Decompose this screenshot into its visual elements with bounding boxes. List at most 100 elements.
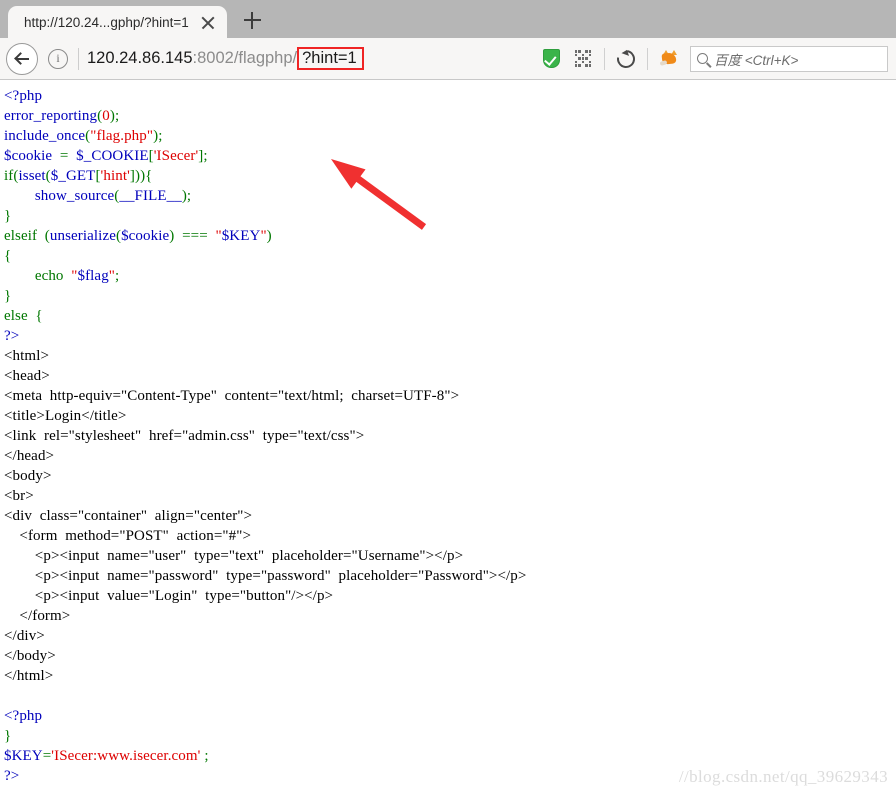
code-token: ); — [153, 128, 163, 144]
code-token: if — [4, 168, 14, 184]
code-line: $KEY='ISecer:www.isecer.com' ; — [4, 746, 526, 766]
page-content: <?php error_reporting(0); include_once("fl… — [0, 80, 896, 795]
code-line: ?> — [4, 766, 526, 786]
code-line: </html> — [4, 666, 526, 686]
qr-code-icon[interactable] — [570, 46, 596, 72]
watermark-text: //blog.csdn.net/qq_39629343 — [678, 767, 888, 786]
code-line: <html> — [4, 346, 526, 366]
toolbar-divider — [604, 47, 605, 70]
url-path: :8002/flagphp/ — [192, 49, 298, 67]
search-placeholder: 百度 <Ctrl+K> — [714, 52, 799, 68]
code-token: { — [27, 308, 43, 324]
code-token: ) — [266, 228, 272, 244]
browser-tab-active[interactable]: http://120.24...gphp/?hint=1 — [8, 6, 227, 38]
toolbar-right: 百度 <Ctrl+K> — [535, 38, 888, 79]
code-line: <p><input name="password" type="password… — [4, 566, 527, 586]
code-token: else — [4, 308, 28, 324]
new-tab-icon[interactable] — [237, 5, 267, 35]
code-token: } — [4, 208, 12, 224]
code-token: <link rel="stylesheet" href="admin.css" … — [4, 428, 365, 444]
code-token: __FILE__ — [119, 188, 182, 204]
code-token: error_reporting — [4, 108, 98, 124]
code-token: <title>Login</title> — [4, 408, 127, 424]
close-icon[interactable] — [197, 11, 219, 33]
code-token: = — [42, 748, 52, 764]
page-info-icon[interactable]: i — [48, 48, 68, 69]
url-query-highlight: ?hint=1 — [297, 46, 364, 71]
browser-chrome: http://120.24...gphp/?hint=1 i 120.24.86… — [0, 0, 896, 80]
code-token: { — [4, 248, 12, 264]
code-line: include_once("flag.php"); — [4, 126, 526, 146]
shield-icon[interactable] — [538, 46, 564, 72]
code-token: "flag.php" — [90, 128, 154, 144]
code-line: <title>Login</title> — [4, 406, 526, 426]
code-line: <link rel="stylesheet" href="admin.css" … — [4, 426, 526, 446]
code-token: ?> — [4, 328, 20, 344]
qr-glyph — [574, 50, 592, 67]
code-token: echo — [34, 268, 64, 284]
code-line: <form method="POST" action="#"> — [4, 526, 526, 546]
code-token: 'ISecer:www.isecer.com' — [51, 748, 201, 764]
code-line: if(isset($_GET['hint'])){ — [4, 166, 526, 186]
code-token: } — [4, 288, 12, 304]
code-line: </body> — [4, 646, 526, 666]
code-token: $cookie — [4, 148, 53, 164]
code-token: elseif — [4, 228, 38, 244]
code-token: </body> — [4, 648, 56, 664]
code-token: $_GET — [50, 168, 96, 184]
code-line: <meta http-equiv="Content-Type" content=… — [4, 386, 526, 406]
code-line: echo "$flag"; — [4, 266, 526, 286]
code-token: = — [52, 148, 77, 164]
shield-glyph — [542, 49, 560, 68]
code-line: } — [4, 286, 526, 306]
code-token: <div class="container" align="center"> — [4, 508, 253, 524]
back-arrow-icon — [15, 51, 30, 66]
code-token: </head> — [4, 448, 55, 464]
code-token: <?php — [4, 708, 43, 724]
code-token: === — [174, 228, 216, 244]
code-token: <form method="POST" action="#"> — [4, 528, 252, 544]
code-token: </html> — [4, 668, 54, 684]
code-line: </form> — [4, 606, 526, 626]
code-line: else { — [4, 306, 526, 326]
code-line: { — [4, 246, 526, 266]
code-token: <?php — [4, 88, 43, 104]
code-line: elseif (unserialize($cookie) === "$KEY") — [4, 226, 526, 246]
code-line: <br> — [4, 486, 526, 506]
code-line: error_reporting(0); — [4, 106, 526, 126]
code-token: <head> — [4, 368, 50, 384]
code-token: ; — [115, 268, 120, 284]
code-line: } — [4, 726, 526, 746]
toolbar-divider-2 — [647, 47, 648, 70]
code-line: ?> — [4, 326, 526, 346]
code-line: <p><input value="Login" type="button"/><… — [4, 586, 526, 606]
reload-icon[interactable] — [613, 45, 639, 72]
code-token: ); — [109, 108, 120, 124]
code-token: unserialize — [49, 228, 116, 244]
url-host: 120.24.86.145 — [87, 49, 193, 67]
navigation-toolbar: i 120.24.86.145:8002/flagphp/?hint=1 百度… — [0, 38, 896, 80]
reload-glyph — [613, 45, 639, 72]
code-line: <?php — [4, 86, 526, 106]
fox-glyph — [659, 50, 679, 67]
back-button[interactable] — [6, 42, 38, 75]
code-token: } — [4, 728, 12, 744]
code-token: </div> — [4, 628, 45, 644]
code-line: show_source(__FILE__); — [4, 186, 526, 206]
address-bar[interactable]: 120.24.86.145:8002/flagphp/?hint=1 — [87, 38, 535, 79]
code-token: 'hint' — [100, 168, 130, 184]
code-line: <p><input name="user" type="text" placeh… — [4, 546, 526, 566]
code-line: $cookie = $_COOKIE['ISecer']; — [4, 146, 526, 166]
fox-extension-icon[interactable] — [656, 46, 682, 72]
code-token: <p><input value="Login" type="button"/><… — [4, 588, 334, 604]
tab-strip: http://120.24...gphp/?hint=1 — [0, 0, 896, 38]
url-divider — [78, 47, 79, 70]
code-token: </form> — [4, 608, 71, 624]
code-token: <meta http-equiv="Content-Type" content=… — [4, 388, 460, 404]
search-input[interactable]: 百度 <Ctrl+K> — [690, 45, 888, 72]
code-line: <div class="container" align="center"> — [4, 506, 526, 526]
search-icon — [697, 53, 708, 64]
code-token: ( — [37, 228, 50, 244]
